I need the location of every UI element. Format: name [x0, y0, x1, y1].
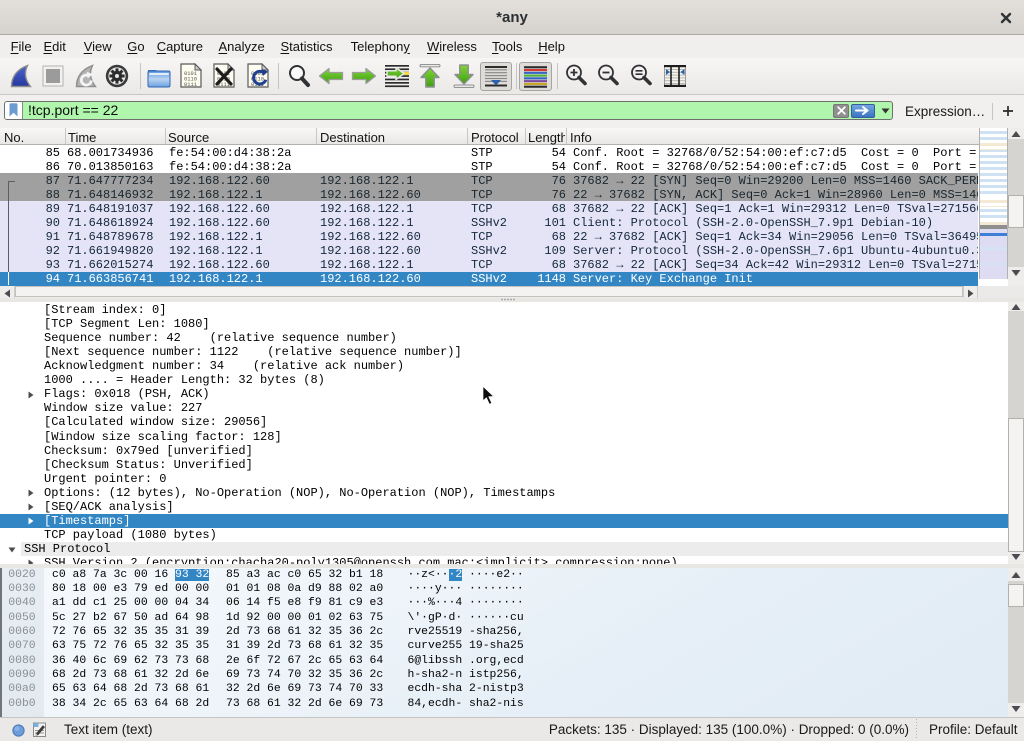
svg-text:0111: 0111 [184, 82, 197, 88]
